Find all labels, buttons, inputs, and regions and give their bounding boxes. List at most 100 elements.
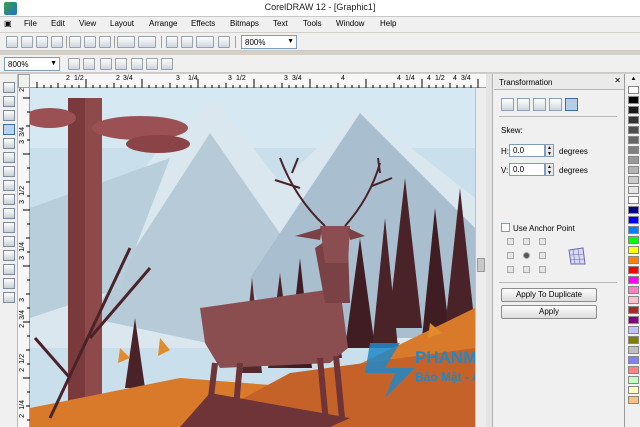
skew-h-spinner[interactable]: ▲ ▼ (545, 144, 554, 157)
color-swatch[interactable] (628, 396, 639, 404)
color-swatch[interactable] (628, 216, 639, 224)
color-swatch[interactable] (628, 96, 639, 104)
color-swatch[interactable] (628, 376, 639, 384)
docker-side-tab[interactable] (486, 74, 493, 427)
menu-layout[interactable]: Layout (110, 19, 134, 28)
color-swatch[interactable] (628, 226, 639, 234)
freehand-tool-icon[interactable] (3, 138, 15, 149)
color-swatch[interactable] (628, 256, 639, 264)
zoom-selected-icon[interactable] (100, 58, 112, 70)
interactive-fill-tool-icon[interactable] (3, 292, 15, 303)
anchor-bottom-right[interactable] (539, 266, 546, 273)
rotate-transform-icon[interactable] (517, 98, 530, 111)
anchor-point-checkbox[interactable] (501, 223, 510, 232)
color-swatch[interactable] (628, 136, 639, 144)
vertical-scrollbar[interactable] (475, 88, 486, 427)
color-swatch[interactable] (628, 166, 639, 174)
color-swatch[interactable] (628, 306, 639, 314)
zoom-tool-icon[interactable] (3, 124, 15, 135)
anchor-bottom-center[interactable] (523, 266, 530, 273)
corel-online-icon[interactable] (218, 36, 230, 48)
color-swatch[interactable] (628, 246, 639, 254)
anchor-center[interactable] (523, 252, 530, 259)
menu-text[interactable]: Text (273, 19, 288, 28)
color-swatch[interactable] (628, 236, 639, 244)
skew-v-spinner[interactable]: ▲ ▼ (545, 163, 554, 176)
color-swatch[interactable] (628, 336, 639, 344)
fill-tool-icon[interactable] (3, 278, 15, 289)
paste-icon[interactable] (99, 36, 111, 48)
skew-v-input[interactable]: 0.0 (509, 163, 545, 176)
scale-mirror-icon[interactable] (533, 98, 546, 111)
eyedropper-tool-icon[interactable] (3, 250, 15, 261)
color-swatch[interactable] (628, 86, 639, 94)
size-transform-icon[interactable] (549, 98, 562, 111)
basic-shapes-tool-icon[interactable] (3, 208, 15, 219)
menu-effects[interactable]: Effects (191, 19, 215, 28)
color-swatch[interactable] (628, 106, 639, 114)
menu-window[interactable]: Window (336, 19, 364, 28)
color-swatch[interactable] (628, 116, 639, 124)
zoom-all-objects-icon[interactable] (115, 58, 127, 70)
anchor-bottom-left[interactable] (507, 266, 514, 273)
apply-to-duplicate-button[interactable]: Apply To Duplicate (501, 288, 597, 302)
rectangle-tool-icon[interactable] (3, 166, 15, 177)
zoom-height-icon[interactable] (161, 58, 173, 70)
new-icon[interactable] (6, 36, 18, 48)
menu-arrange[interactable]: Arrange (149, 19, 177, 28)
ellipse-tool-icon[interactable] (3, 180, 15, 191)
skew-transform-icon[interactable] (565, 98, 578, 111)
anchor-top-left[interactable] (507, 238, 514, 245)
import-icon[interactable] (166, 36, 178, 48)
new-from-template-icon[interactable] (21, 36, 33, 48)
vertical-ruler[interactable]: 3 3/4 3 1/2 3 1/4 3 2 3/4 2 1/2 2 1/4 2 (18, 88, 30, 427)
palette-scroll-up-icon[interactable]: ▲ (628, 76, 639, 83)
undo-icon[interactable] (117, 36, 135, 48)
color-swatch[interactable] (628, 156, 639, 164)
menu-edit[interactable]: Edit (51, 19, 65, 28)
scroll-thumb[interactable] (477, 258, 485, 272)
cut-icon[interactable] (69, 36, 81, 48)
redo-icon[interactable] (138, 36, 156, 48)
menu-tools[interactable]: Tools (303, 19, 322, 28)
color-swatch[interactable] (628, 386, 639, 394)
anchor-top-center[interactable] (523, 238, 530, 245)
apply-button[interactable]: Apply (501, 305, 597, 319)
color-swatch[interactable] (628, 316, 639, 324)
drawing-canvas[interactable]: PHANMEMMAYTINH.VN Bảo Mật - An Toàn - Ti… (30, 88, 475, 427)
color-swatch[interactable] (628, 326, 639, 334)
crop-tool-icon[interactable] (3, 110, 15, 121)
color-swatch[interactable] (628, 266, 639, 274)
pick-tool-icon[interactable] (3, 82, 15, 93)
anchor-middle-right[interactable] (539, 252, 546, 259)
color-swatch[interactable] (628, 356, 639, 364)
color-swatch[interactable] (628, 296, 639, 304)
smart-fill-tool-icon[interactable] (3, 152, 15, 163)
menu-doc-icon[interactable]: ▣ (4, 19, 12, 28)
text-tool-icon[interactable] (3, 222, 15, 233)
menu-bitmaps[interactable]: Bitmaps (230, 19, 259, 28)
color-swatch[interactable] (628, 286, 639, 294)
color-swatch[interactable] (628, 196, 639, 204)
application-launcher-icon[interactable] (196, 36, 214, 48)
zoom-page-icon[interactable] (131, 58, 143, 70)
color-swatch[interactable] (628, 366, 639, 374)
interactive-blend-tool-icon[interactable] (3, 236, 15, 247)
color-swatch[interactable] (628, 176, 639, 184)
menu-file[interactable]: File (24, 19, 37, 28)
export-icon[interactable] (181, 36, 193, 48)
color-swatch[interactable] (628, 346, 639, 354)
anchor-top-right[interactable] (539, 238, 546, 245)
zoom-in-icon[interactable] (68, 58, 80, 70)
menu-view[interactable]: View (79, 19, 96, 28)
color-swatch[interactable] (628, 206, 639, 214)
color-swatch[interactable] (628, 126, 639, 134)
zoom-property-dropdown[interactable]: 800% ▼ (4, 57, 60, 71)
shape-tool-icon[interactable] (3, 96, 15, 107)
zoom-width-icon[interactable] (146, 58, 158, 70)
position-transform-icon[interactable] (501, 98, 514, 111)
ruler-corner[interactable] (18, 74, 30, 88)
horizontal-ruler[interactable]: 2 1/2 2 3/4 3 1/4 3 1/2 3 3/4 4 4 1/4 4 … (30, 74, 486, 88)
open-icon[interactable] (36, 36, 48, 48)
outline-tool-icon[interactable] (3, 264, 15, 275)
